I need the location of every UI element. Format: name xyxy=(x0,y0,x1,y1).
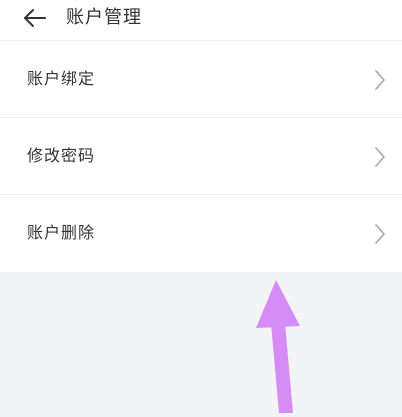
chevron-right-icon xyxy=(374,223,386,245)
menu-item-change-password[interactable]: 修改密码 xyxy=(0,118,402,195)
settings-list: 账户绑定 修改密码 账户删除 xyxy=(0,41,402,272)
menu-item-delete-account[interactable]: 账户删除 xyxy=(0,195,402,272)
back-button[interactable] xyxy=(22,7,48,29)
menu-item-label: 修改密码 xyxy=(27,146,96,165)
arrow-left-icon xyxy=(22,7,48,29)
chevron-right-icon xyxy=(374,146,386,168)
top-bar: 账户管理 xyxy=(0,0,402,41)
menu-item-label: 账户删除 xyxy=(27,223,96,242)
annotation-arrow-up-icon xyxy=(250,276,310,413)
menu-item-account-binding[interactable]: 账户绑定 xyxy=(0,41,402,118)
chevron-right-icon xyxy=(374,69,386,91)
menu-item-label: 账户绑定 xyxy=(27,69,96,88)
page-title: 账户管理 xyxy=(66,7,142,28)
